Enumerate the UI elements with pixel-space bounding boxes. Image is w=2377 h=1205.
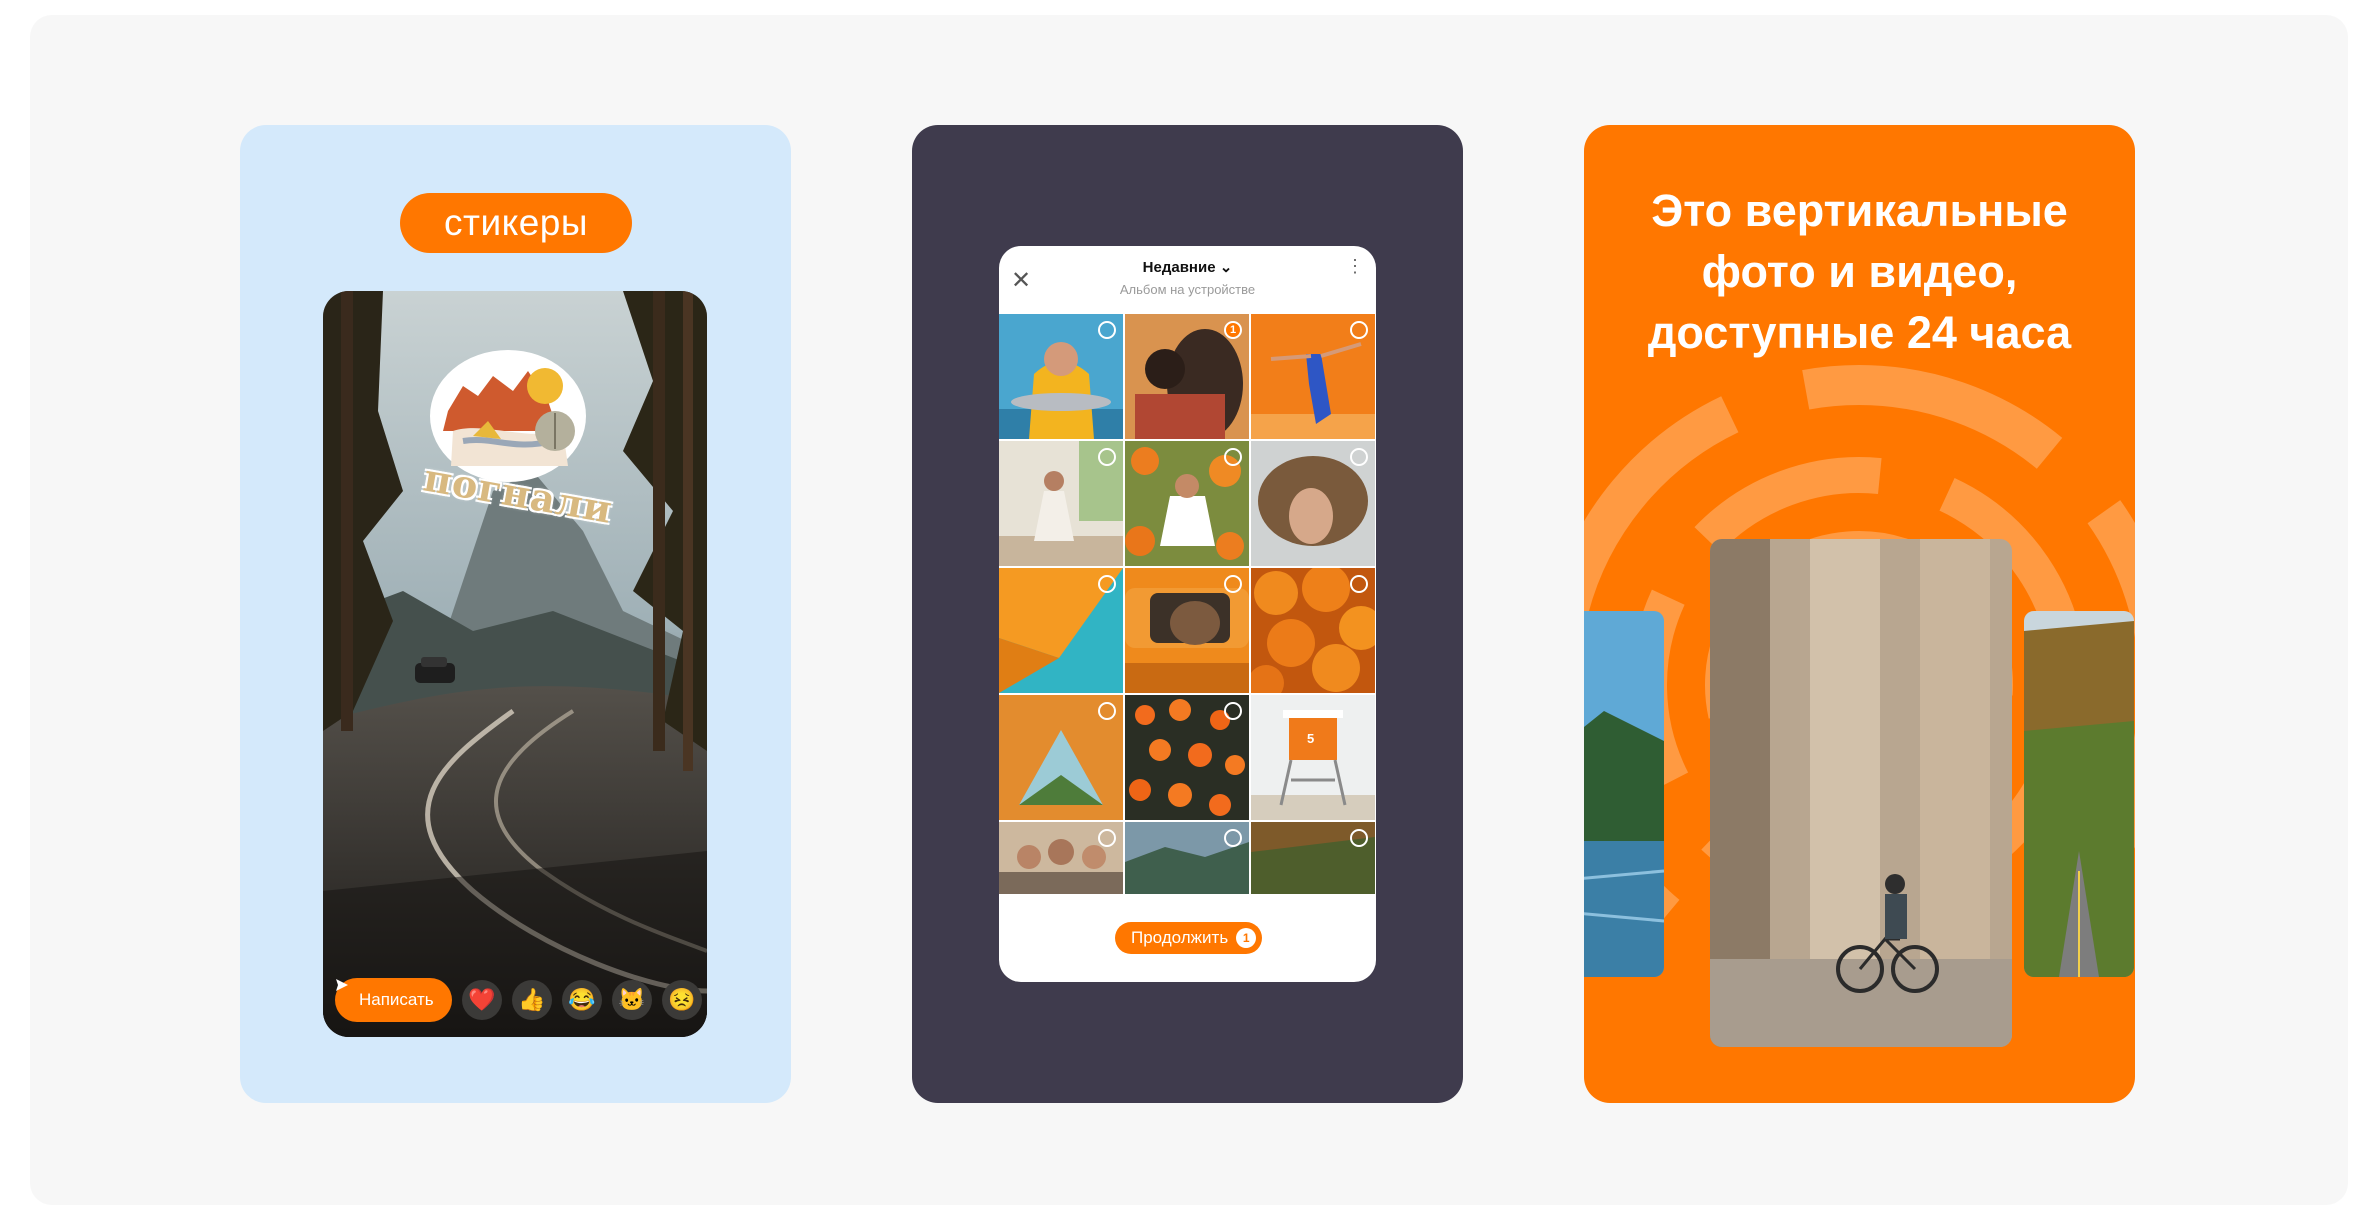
- reaction-laugh-button[interactable]: 😂: [561, 980, 602, 1020]
- select-circle[interactable]: [1350, 829, 1368, 847]
- select-circle[interactable]: [1098, 702, 1116, 720]
- photo-thumb-family[interactable]: [999, 822, 1123, 894]
- stickers-promo-card: стикеры погнали Написать ❤️ 👍 😂 🐱 😣: [240, 125, 791, 1103]
- select-circle[interactable]: [1350, 575, 1368, 593]
- reply-bar: Написать ❤️ 👍 😂 🐱 😣: [335, 978, 702, 1022]
- story-photo-lake: [1584, 611, 1664, 977]
- gallery-promo-card: ✕ Недавние ⌄ Альбом на устройстве ⋮ 1 5 …: [912, 125, 1463, 1103]
- continue-button-label: Продолжить: [1131, 928, 1229, 947]
- select-circle[interactable]: [1224, 575, 1242, 593]
- photo-thumb-flowers[interactable]: [1125, 695, 1249, 820]
- story-photo-autumn-road: [2024, 611, 2134, 977]
- select-circle[interactable]: [1224, 829, 1242, 847]
- photo-thumb-mother-child[interactable]: 1: [1125, 314, 1249, 439]
- photo-thumb-yoga[interactable]: [999, 441, 1123, 566]
- selected-badge[interactable]: 1: [1224, 321, 1242, 339]
- forest-road-photo: [323, 291, 707, 1037]
- album-selector[interactable]: Недавние ⌄: [999, 258, 1376, 276]
- lifeguard-tower-number: 5: [1307, 731, 1315, 746]
- headline-line-2: фото и видео,: [1701, 246, 2018, 297]
- continue-button[interactable]: Продолжить 1: [1115, 922, 1263, 954]
- photo-thumb-blue-dancer[interactable]: [1251, 314, 1375, 439]
- reaction-cat-button[interactable]: 🐱: [611, 980, 652, 1020]
- reaction-heart-button[interactable]: ❤️: [461, 980, 502, 1020]
- write-button[interactable]: Написать: [335, 978, 452, 1022]
- select-circle[interactable]: [1224, 702, 1242, 720]
- photo-thumb-autumn-valley[interactable]: [1251, 822, 1375, 894]
- select-circle[interactable]: [1098, 575, 1116, 593]
- select-circle[interactable]: [1098, 829, 1116, 847]
- select-circle[interactable]: [1350, 321, 1368, 339]
- photo-thumb-lake[interactable]: [1125, 822, 1249, 894]
- reaction-sad-button[interactable]: 😣: [661, 980, 702, 1020]
- photo-thumb-orange-umbrella[interactable]: [999, 568, 1123, 693]
- chevron-down-icon: ⌄: [1219, 259, 1233, 276]
- select-circle[interactable]: [1350, 448, 1368, 466]
- select-circle[interactable]: [1098, 321, 1116, 339]
- photo-thumb-tent[interactable]: [999, 695, 1123, 820]
- stories-headline: Это вертикальные фото и видео, доступные…: [1584, 180, 2135, 363]
- select-circle[interactable]: [1098, 448, 1116, 466]
- media-picker: ✕ Недавние ⌄ Альбом на устройстве ⋮ 1 5 …: [999, 246, 1376, 982]
- headline-line-3: доступные 24 часа: [1647, 307, 2072, 358]
- stories-promo-card: Это вертикальные фото и видео, доступные…: [1584, 125, 2135, 1103]
- album-title: Недавние: [1142, 259, 1216, 276]
- album-subtitle: Альбом на устройстве: [1119, 282, 1256, 297]
- photo-thumb-pumpkin-field[interactable]: [1125, 441, 1249, 566]
- story-photo-columns-bicycle: [1710, 539, 2012, 1047]
- select-circle[interactable]: [1224, 448, 1242, 466]
- continue-count-badge: 1: [1236, 928, 1257, 948]
- photo-thumb-fisherman[interactable]: [999, 314, 1123, 439]
- photo-thumb-lifeguard-tower[interactable]: 5: [1251, 695, 1375, 820]
- reaction-thumbs-up-button[interactable]: 👍: [511, 980, 552, 1020]
- headline-line-1: Это вертикальные: [1651, 185, 2068, 236]
- photo-thumb-pumpkins[interactable]: [1251, 568, 1375, 693]
- write-button-label: Написать: [359, 990, 434, 1009]
- story-preview-phone: погнали Написать ❤️ 👍 😂 🐱 😣: [323, 291, 707, 1037]
- stickers-pill: стикеры: [400, 193, 632, 253]
- photo-thumb-windy-hair[interactable]: [1251, 441, 1375, 566]
- more-vertical-icon[interactable]: ⋮: [1346, 256, 1364, 277]
- photo-thumb-dog-car[interactable]: [1125, 568, 1249, 693]
